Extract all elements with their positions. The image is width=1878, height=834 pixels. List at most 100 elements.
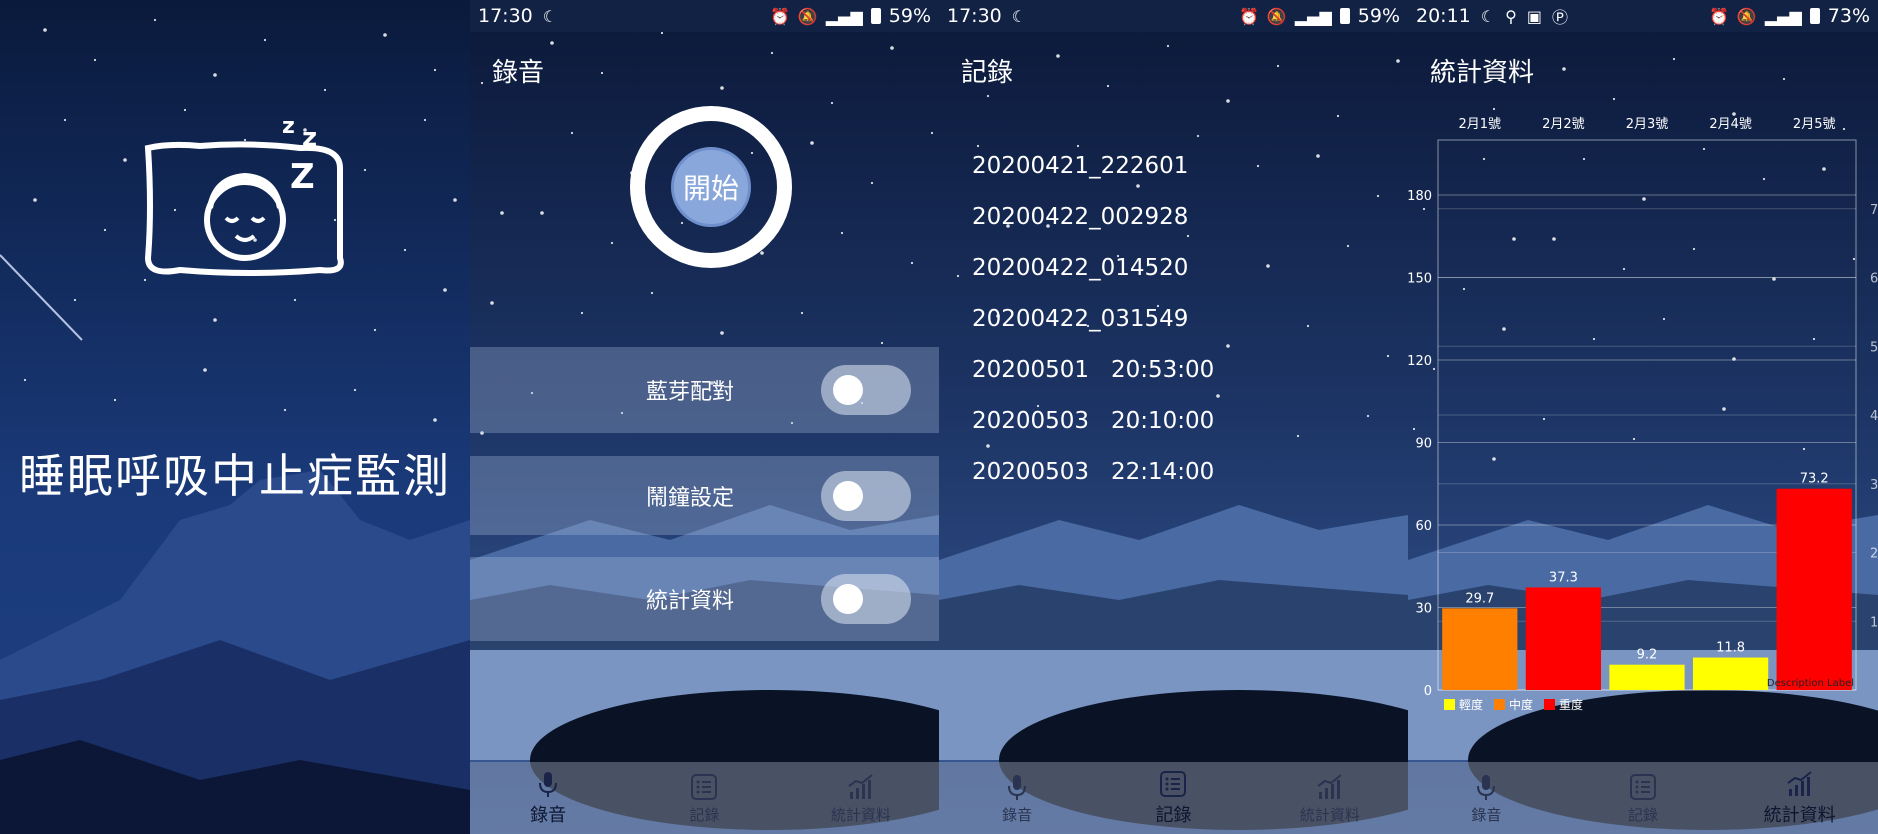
alarm-toggle[interactable] — [821, 470, 911, 521]
code-icon: ▣ — [1526, 6, 1542, 26]
record-date: 20200503 — [972, 458, 1090, 485]
page-title: 統計資料 — [1430, 58, 1535, 88]
x-category-label: 2月4號 — [1709, 117, 1752, 132]
star — [540, 211, 544, 215]
chart-icon — [1317, 773, 1342, 799]
nav-item-stats[interactable]: 統計資料 — [783, 762, 939, 834]
record-date: 20200422_002928 — [972, 203, 1189, 230]
page-title: 記錄 — [961, 58, 1014, 88]
list-item[interactable]: 20200422_031549 — [972, 293, 1214, 344]
alarm-icon: ⏰ — [1709, 6, 1729, 26]
list-item[interactable]: 20200503 22:14:00 — [972, 446, 1214, 497]
toggle-knob — [833, 584, 863, 614]
battery-level: 73% — [1827, 5, 1870, 27]
status-bar: 17:30 ☾ ⏰ 🔕 ▂▄▆ 59% — [470, 0, 939, 32]
star — [1256, 164, 1260, 168]
start-button[interactable]: 開始 — [671, 147, 751, 227]
record-date: 20200503 — [972, 407, 1090, 434]
list-icon — [1160, 771, 1187, 797]
record-list: 20200421_222601 20200422_002928 20200422… — [972, 140, 1214, 497]
moon-icon: ☾ — [542, 6, 558, 26]
star — [840, 231, 844, 235]
star — [1276, 64, 1280, 68]
legend-swatch — [1444, 699, 1455, 710]
sleeping-pillow-icon: z z Z — [140, 108, 350, 288]
star — [93, 58, 97, 62]
star — [720, 86, 724, 90]
star — [73, 298, 77, 302]
star — [1672, 57, 1676, 61]
nav-label: 記錄 — [1628, 805, 1659, 824]
stats-toggle[interactable] — [821, 574, 911, 624]
signal-icon: ▂▄▆ — [825, 6, 863, 26]
y-tick-label: 0 — [1424, 684, 1432, 699]
star — [63, 118, 67, 122]
star — [1562, 67, 1566, 71]
bar-value-label: 11.8 — [1716, 641, 1745, 656]
svg-text:Z: Z — [290, 157, 315, 197]
nav-item-stats[interactable]: 統計資料 — [1721, 762, 1878, 834]
description-label: Description Label — [1767, 678, 1854, 689]
y2-tick-label: 30 — [1870, 478, 1878, 493]
chart-icon — [1787, 771, 1812, 796]
star — [650, 291, 654, 295]
star — [373, 328, 377, 332]
star — [423, 118, 427, 122]
list-item[interactable]: 20200422_014520 — [972, 242, 1214, 293]
record-time: 22:14:00 — [1111, 458, 1215, 485]
y2-tick-label: 60 — [1870, 272, 1878, 287]
nav-label: 統計資料 — [1299, 805, 1360, 824]
svg-text:z: z — [282, 114, 295, 139]
start-ring[interactable]: 開始 — [630, 106, 792, 268]
app-title: 睡眠呼吸中止症監測 — [19, 449, 451, 503]
y-tick-label: 120 — [1408, 354, 1432, 369]
star — [363, 168, 367, 172]
star — [1056, 54, 1060, 58]
star — [810, 141, 814, 145]
nav-item-stats[interactable]: 統計資料 — [1252, 762, 1408, 834]
bar — [1609, 664, 1685, 690]
setting-row-bluetooth: 藍芽配對 — [470, 347, 939, 433]
status-time: 20:11 — [1416, 5, 1471, 27]
setting-row-stats: 統計資料 — [470, 557, 939, 641]
bottom-nav: 錄音 記錄 統計資料 — [470, 762, 939, 834]
star — [1396, 59, 1400, 63]
list-item[interactable]: 20200501 20:53:00 — [972, 344, 1214, 395]
list-item[interactable]: 20200503 20:10:00 — [972, 395, 1214, 446]
nav-label: 錄音 — [1002, 805, 1033, 824]
x-category-label: 2月5號 — [1793, 117, 1836, 132]
setting-row-alarm: 鬧鐘設定 — [470, 456, 939, 535]
bar-value-label: 9.2 — [1637, 648, 1658, 663]
bar — [1776, 488, 1852, 690]
star — [570, 131, 574, 135]
nav-label: 記錄 — [689, 805, 720, 824]
nav-item-log[interactable]: 記錄 — [1095, 762, 1251, 834]
p-icon: Ⓟ — [1551, 8, 1568, 27]
log-screen: 17:30 ☾ ⏰ 🔕 ▂▄▆ 59% 記錄 20200421_222601 2… — [939, 0, 1408, 834]
star — [760, 251, 764, 255]
star — [930, 131, 934, 135]
nav-item-record[interactable]: 錄音 — [470, 762, 626, 834]
y2-tick-label: 20 — [1870, 547, 1878, 562]
star — [213, 73, 217, 77]
list-item[interactable]: 20200422_002928 — [972, 191, 1214, 242]
nav-item-record[interactable]: 錄音 — [939, 762, 1095, 834]
status-bar: 20:11 ☾ ⚲ ▣ Ⓟ ⏰ 🔕 ▂▄▆ 73% — [1408, 0, 1878, 32]
nav-item-record[interactable]: 錄音 — [1408, 762, 1565, 834]
nav-item-log[interactable]: 記錄 — [626, 762, 782, 834]
star — [550, 41, 554, 45]
star — [1366, 414, 1370, 418]
list-item[interactable]: 20200421_222601 — [972, 140, 1214, 191]
battery-icon — [1339, 8, 1350, 24]
nav-item-log[interactable]: 記錄 — [1565, 762, 1722, 834]
bluetooth-toggle[interactable] — [821, 365, 911, 415]
nav-label: 統計資料 — [1763, 805, 1836, 826]
star — [33, 198, 37, 202]
bar — [1525, 587, 1602, 690]
star — [203, 368, 207, 372]
splash-screen: z z Z 睡眠呼吸中止症監測 — [0, 0, 470, 834]
star — [490, 301, 494, 305]
battery-icon — [1809, 8, 1820, 24]
star — [403, 248, 407, 252]
record-date: 20200421_222601 — [972, 152, 1189, 179]
